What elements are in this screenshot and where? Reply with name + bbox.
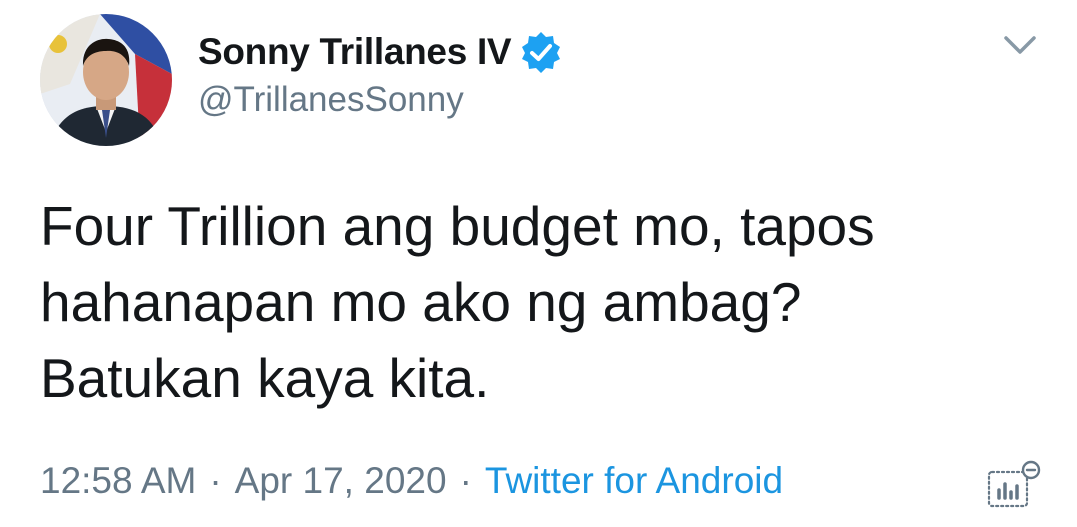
tweet-text-line: Batukan kaya kita. [40, 347, 490, 409]
avatar[interactable] [40, 14, 172, 146]
tweet-time[interactable]: 12:58 AM [40, 460, 196, 502]
profile-photo-icon [40, 14, 172, 146]
tweet-source-link[interactable]: Twitter for Android [485, 460, 783, 502]
tweet-card: Sonny Trillanes IV @TrillanesSonny Four … [0, 0, 1077, 527]
tweet-text: Four Trillion ang budget mo, tapos hahan… [40, 188, 1020, 416]
user-handle[interactable]: @TrillanesSonny [198, 80, 464, 120]
chevron-down-icon[interactable] [1000, 30, 1040, 60]
tweet-text-line: hahanapan mo ako ng ambag? [40, 271, 802, 333]
tweet-meta: 12:58 AM · Apr 17, 2020 · Twitter for An… [40, 460, 783, 502]
display-name[interactable]: Sonny Trillanes IV [198, 31, 512, 73]
separator: · [459, 460, 472, 501]
author-row[interactable]: Sonny Trillanes IV [198, 26, 563, 78]
analytics-icon[interactable] [985, 458, 1043, 510]
tweet-date[interactable]: Apr 17, 2020 [235, 460, 447, 502]
tweet-text-line: Four Trillion ang budget mo, tapos [40, 195, 875, 257]
verified-badge-icon [519, 30, 563, 74]
separator: · [209, 460, 222, 501]
